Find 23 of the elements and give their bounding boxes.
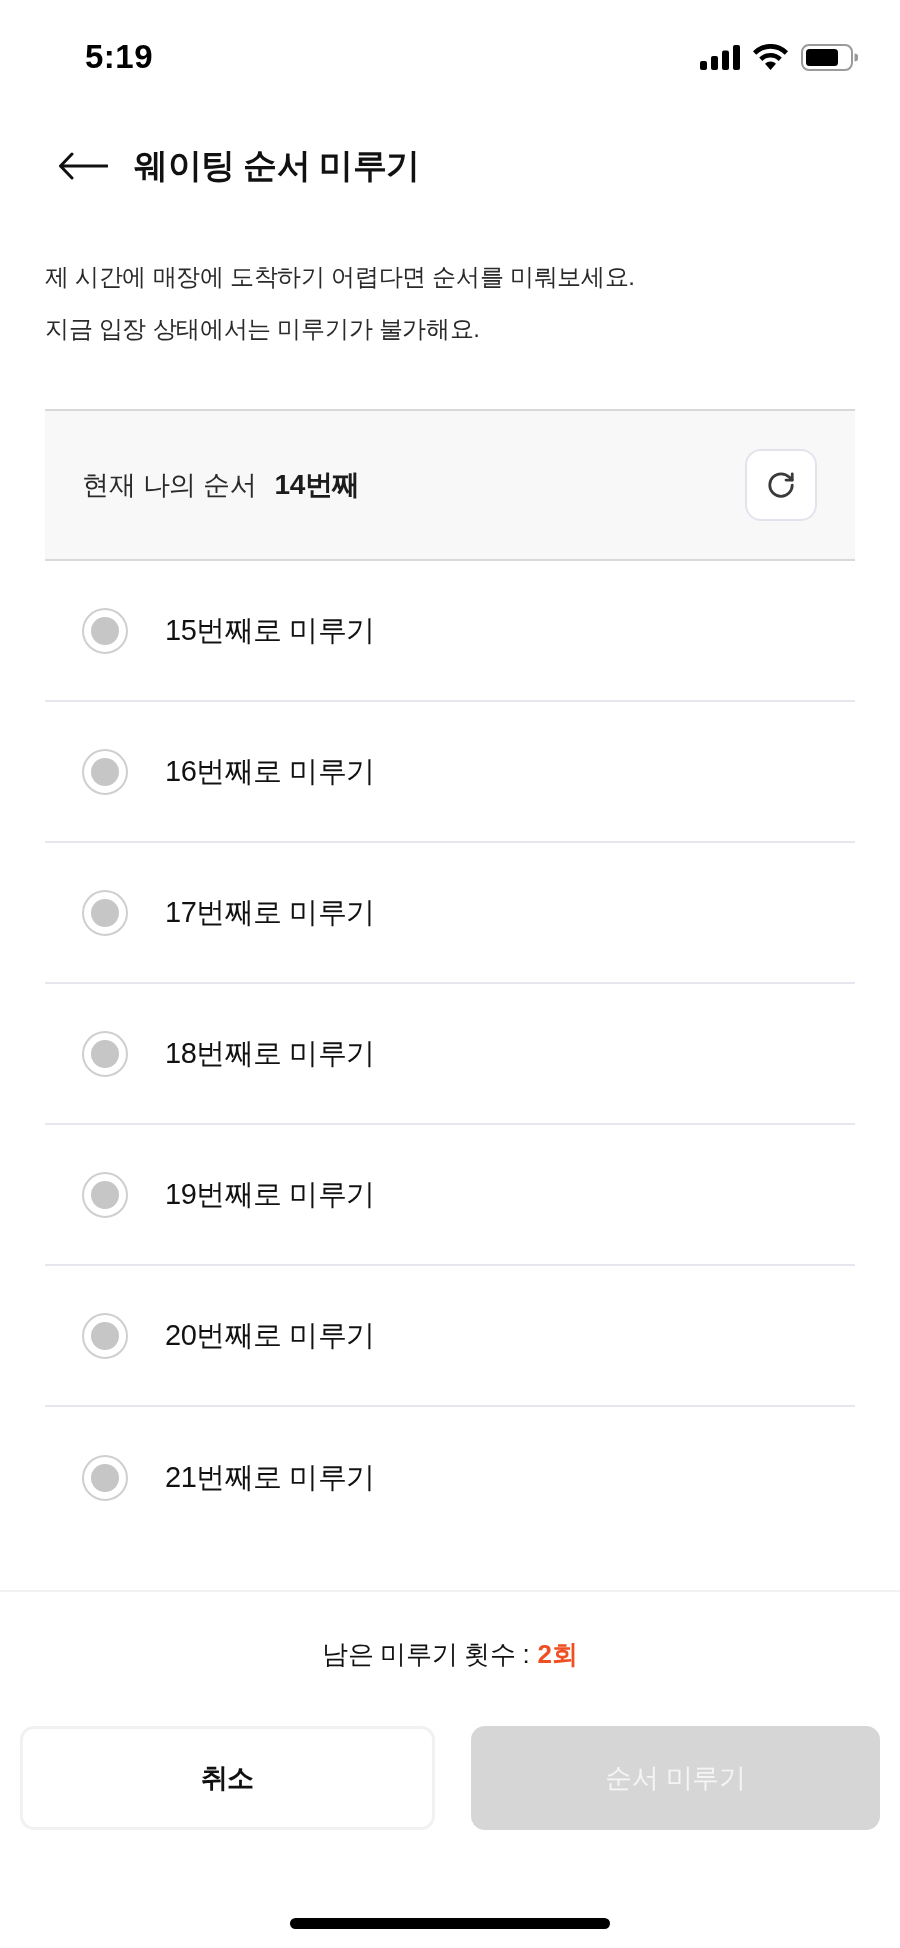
option-label: 20번째로 미루기	[165, 1317, 375, 1353]
battery-icon	[801, 43, 858, 71]
page-title: 웨이팅 순서 미루기	[134, 145, 420, 186]
option-label: 21번째로 미루기	[165, 1459, 375, 1495]
back-button[interactable]	[58, 152, 108, 180]
signal-icon	[700, 44, 740, 70]
status-time: 5:19	[85, 38, 154, 76]
refresh-button[interactable]	[745, 449, 817, 521]
option-label: 15번째로 미루기	[165, 612, 375, 648]
refresh-icon	[766, 470, 796, 500]
cancel-button[interactable]: 취소	[20, 1726, 435, 1830]
wifi-icon	[752, 44, 789, 70]
description-text: 제 시간에 매장에 도착하기 어렵다면 순서를 미뤄보세요.	[45, 262, 636, 292]
option-label: 19번째로 미루기	[165, 1176, 375, 1212]
current-order-label: 현재 나의 순서	[82, 469, 257, 502]
option-label: 18번째로 미루기	[165, 1035, 375, 1071]
description-text: 지금 입장 상태에서는 미루기가 불가해요.	[45, 314, 481, 344]
remaining-count-label: 남은 미루기 횟수 :	[321, 1637, 530, 1671]
remaining-count-value: 2회	[537, 1637, 579, 1671]
option-label: 16번째로 미루기	[165, 753, 375, 789]
current-order-value: 14번째	[274, 468, 360, 502]
option-label: 17번째로 미루기	[165, 894, 375, 930]
back-arrow-icon	[58, 152, 108, 180]
